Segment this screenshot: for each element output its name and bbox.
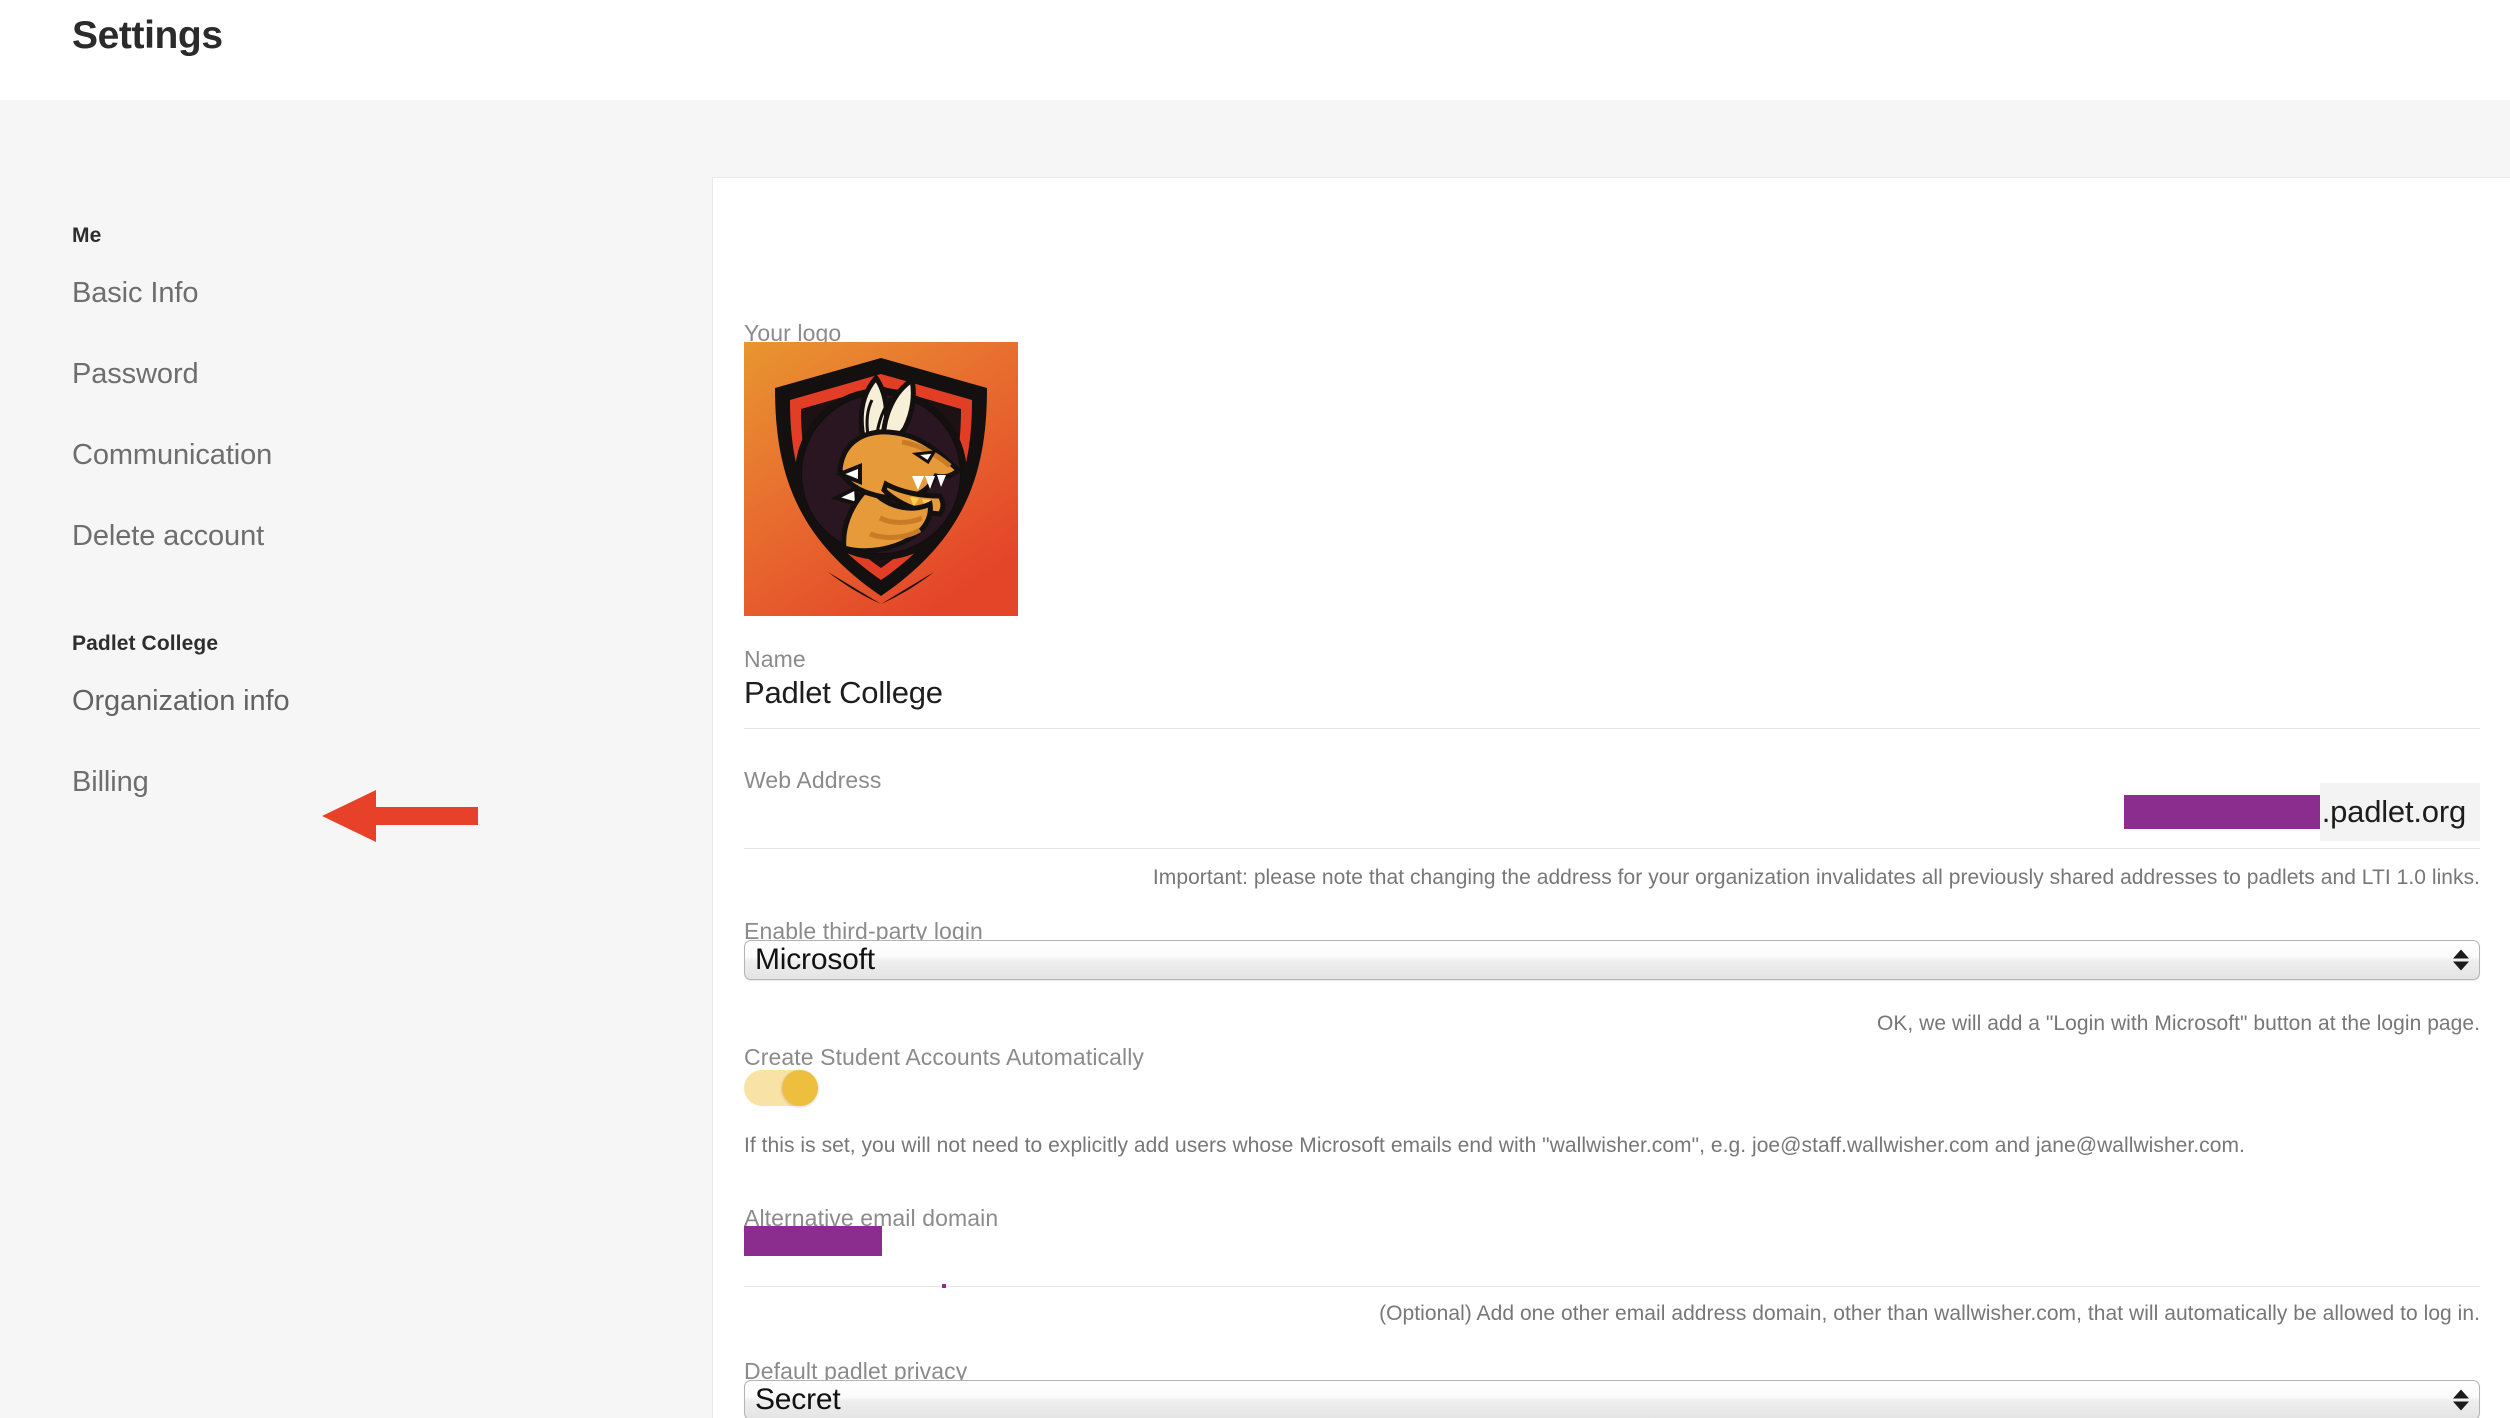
underline-artifact-dot [942,1284,946,1288]
page-body: Me Basic Info Password Communication Del… [0,100,2510,1418]
chevron-down-icon [2453,1401,2469,1411]
select-stepper-icon [2453,1389,2469,1411]
alternative-email-domain-helper-text: (Optional) Add one other email address d… [1379,1302,2480,1325]
page-title: Settings [72,14,223,57]
toggle-knob [782,1070,818,1106]
default-padlet-privacy-selected-value: Secret [755,1383,841,1416]
web-address-suffix: .padlet.org [2319,783,2480,841]
default-padlet-privacy-select[interactable]: Secret [744,1380,2480,1418]
web-address-redaction [2123,795,2320,829]
chevron-up-icon [2453,1389,2469,1399]
web-address-helper-text: Important: please note that changing the… [1152,866,2480,889]
create-student-accounts-label: Create Student Accounts Automatically [744,1044,1145,1070]
create-student-accounts-helper-text: If this is set, you will not need to exp… [744,1134,2245,1157]
default-padlet-privacy-select-wrap: Secret [744,1380,2480,1418]
select-stepper-icon [2453,949,2469,971]
settings-page: Settings Me Basic Info Password Communic… [0,0,2510,1418]
chevron-down-icon [2453,961,2469,971]
web-address-value-group: .padlet.org [2123,782,2480,842]
name-input[interactable]: Padlet College [744,672,2480,714]
name-underline [744,728,2480,729]
sidebar-item-delete-account[interactable]: Delete account [72,517,632,555]
sidebar-item-communication[interactable]: Communication [72,436,632,474]
sidebar-item-password[interactable]: Password [72,355,632,393]
web-address-input[interactable]: .padlet.org [744,782,2480,842]
third-party-login-helper-text: OK, we will add a "Login with Microsoft"… [1876,1012,2480,1035]
chevron-up-icon [2453,949,2469,959]
alternative-email-domain-redaction [744,1226,882,1256]
page-header: Settings [0,0,2510,100]
third-party-login-select[interactable]: Microsoft [744,940,2480,980]
create-student-accounts-toggle[interactable] [744,1070,818,1106]
third-party-login-select-wrap: Microsoft [744,940,2480,980]
sidebar-item-organization-info[interactable]: Organization info [72,682,632,720]
web-address-underline [744,848,2480,849]
alternative-email-domain-underline [744,1284,2480,1288]
create-student-accounts-toggle-wrap [744,1070,2480,1106]
sidebar-item-billing[interactable]: Billing [72,763,632,801]
alternative-email-domain-input[interactable] [744,1226,2480,1276]
sidebar-heading-me: Me [72,224,102,247]
sidebar-group-me: Me Basic Info Password Communication Del… [72,222,632,555]
sidebar-heading-padlet-college: Padlet College [72,632,219,655]
sidebar-item-basic-info[interactable]: Basic Info [72,274,632,312]
third-party-login-selected-value: Microsoft [755,943,875,976]
sidebar-group-padlet-college: Padlet College Organization info Billing [72,630,632,801]
organization-logo[interactable] [744,342,1018,616]
dragon-shield-emblem-icon [744,342,1018,616]
settings-sidebar: Me Basic Info Password Communication Del… [0,100,712,1418]
name-label: Name [744,646,806,672]
organization-info-panel: Your logo Name Padlet College Web Addres… [712,177,2510,1418]
